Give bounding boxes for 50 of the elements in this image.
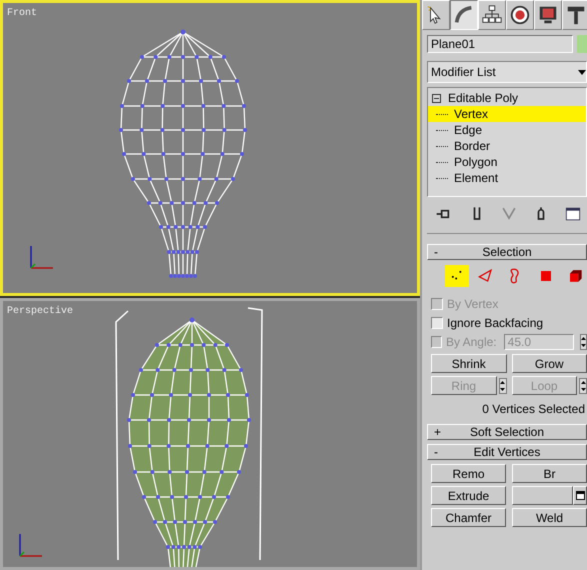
selection-status: 0 Vertices Selected bbox=[481, 402, 586, 416]
stack-subitem-label: Vertex bbox=[454, 107, 488, 121]
rollout-toggle: - bbox=[434, 245, 454, 259]
panel-button[interactable]: Grow bbox=[512, 354, 587, 373]
stack-item-label: Editable Poly bbox=[448, 91, 518, 105]
object-name-field[interactable]: Plane01 bbox=[427, 35, 573, 53]
rollout-toggle: + bbox=[434, 425, 454, 439]
panel-button[interactable] bbox=[512, 486, 573, 505]
panel-button[interactable]: Weld bbox=[512, 508, 587, 527]
collapse-icon[interactable] bbox=[432, 94, 441, 102]
rollout-toggle: - bbox=[434, 445, 454, 459]
hierarchy-icon bbox=[481, 4, 503, 26]
checkbox[interactable] bbox=[431, 316, 443, 328]
stack-subitem-label: Element bbox=[454, 171, 498, 185]
rollout-title: Soft Selection bbox=[468, 425, 546, 439]
stack-subitem[interactable]: Polygon bbox=[428, 154, 586, 170]
rollout-title: Edit Vertices bbox=[472, 445, 542, 459]
panel-tab[interactable] bbox=[450, 0, 478, 30]
window-icon bbox=[576, 491, 584, 500]
viewport-label: Front bbox=[7, 8, 38, 19]
settings-button[interactable] bbox=[573, 486, 587, 505]
viewport-label: Perspective bbox=[7, 306, 74, 317]
modifier-list-dropdown[interactable]: Modifier List bbox=[427, 61, 587, 83]
rollout-header[interactable]: - Selection bbox=[427, 244, 587, 260]
caret-icon bbox=[578, 70, 586, 74]
axis-tripod-icon bbox=[30, 246, 53, 269]
checkbox-label: By Vertex bbox=[447, 296, 498, 310]
panel-button[interactable]: Remo bbox=[431, 464, 506, 483]
dropdown-text: Modifier List bbox=[431, 65, 496, 79]
axis-tripod-icon bbox=[19, 534, 42, 557]
checkbox-label: Ignore Backfacing bbox=[447, 316, 544, 330]
panel-button[interactable]: Br bbox=[512, 464, 587, 483]
stack-subitem[interactable]: Vertex bbox=[428, 106, 586, 122]
stack-subitem[interactable]: Border bbox=[428, 138, 586, 154]
rollout-header[interactable]: - Edit Vertices bbox=[427, 444, 587, 460]
stack-subitem[interactable]: Element bbox=[428, 170, 586, 186]
stack-item[interactable]: Editable Poly bbox=[428, 90, 586, 106]
rollout-title: Selection bbox=[481, 245, 533, 259]
checkbox-row[interactable]: Ignore Backfacing bbox=[431, 313, 587, 332]
panel-button[interactable]: Shrink bbox=[431, 354, 506, 373]
panel-button[interactable]: Chamfer bbox=[431, 508, 506, 527]
stack-subitem-label: Border bbox=[454, 139, 490, 153]
stack-subitem-label: Polygon bbox=[454, 155, 498, 169]
stack-subitem[interactable]: Edge bbox=[428, 122, 586, 138]
checkbox-label: By Angle: bbox=[446, 334, 497, 348]
wheel-icon bbox=[509, 4, 531, 26]
stack-subitem-label: Edge bbox=[454, 123, 482, 137]
panel-button[interactable]: Extrude bbox=[431, 486, 506, 505]
rollout-header[interactable]: + Soft Selection bbox=[427, 424, 587, 440]
monitor-icon bbox=[537, 4, 559, 26]
